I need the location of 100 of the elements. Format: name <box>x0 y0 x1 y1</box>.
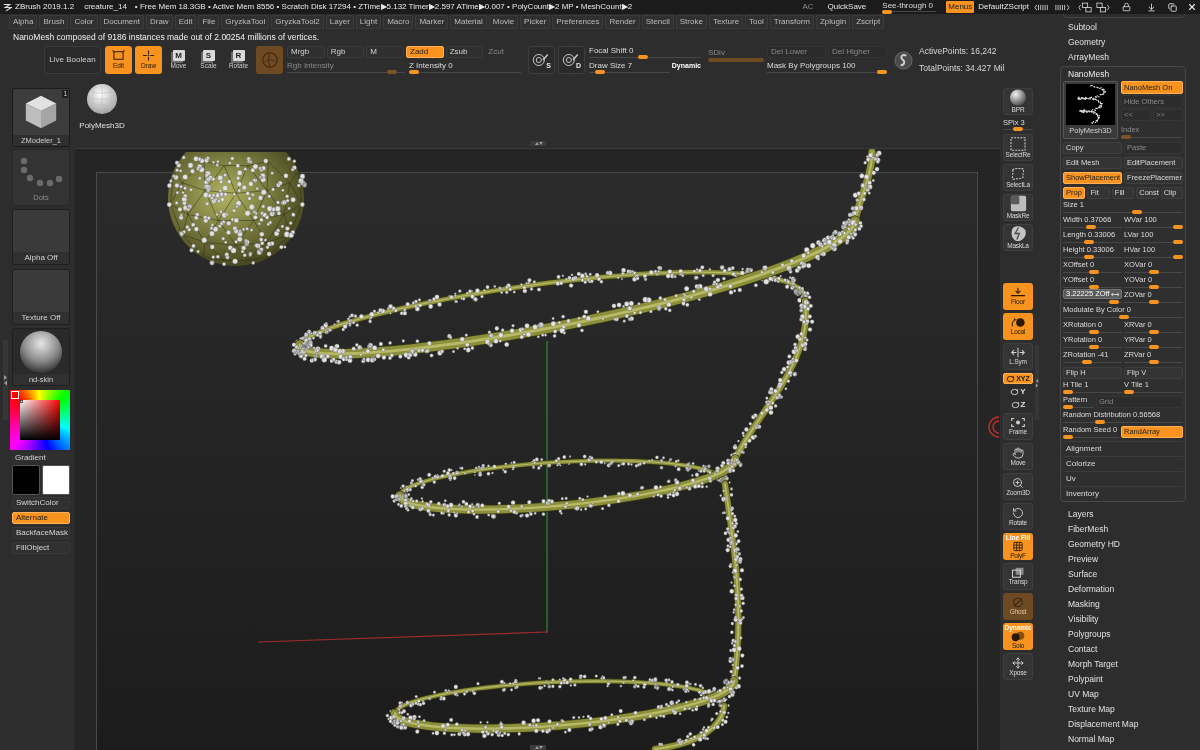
menu-item[interactable]: Light <box>355 15 382 29</box>
menu-item[interactable]: Texture <box>708 15 744 29</box>
palette-menu-item[interactable]: ArrayMesh <box>1055 50 1200 65</box>
swatch-icon[interactable] <box>12 465 40 495</box>
slider-track[interactable] <box>1003 127 1033 131</box>
menu-item[interactable]: Stencil <box>641 15 674 29</box>
slider-thumb[interactable] <box>1149 300 1160 304</box>
menu-item[interactable]: Render <box>605 15 640 29</box>
menu-item[interactable]: Draw <box>145 15 173 29</box>
menu-item[interactable]: Stroke <box>675 15 707 29</box>
minimize-icon[interactable] <box>1147 2 1156 12</box>
alpha-thumbnail[interactable]: Alpha Off <box>12 209 70 265</box>
menu-item[interactable]: GryzkaTool <box>221 15 270 29</box>
slider-thumb[interactable] <box>637 55 648 59</box>
palette-subsection[interactable]: Alignment <box>1063 441 1183 456</box>
menu-item[interactable]: Color <box>70 15 98 29</box>
close-icon[interactable] <box>1187 2 1197 12</box>
slider-thumb[interactable] <box>1013 127 1023 131</box>
swatch-icon[interactable] <box>42 465 70 495</box>
palette-menu-item[interactable]: FiberMesh <box>1055 522 1200 537</box>
palette-menu-item[interactable]: Layers <box>1055 507 1200 522</box>
palette-menu-item[interactable]: Polypaint <box>1055 672 1200 687</box>
paint-mode-button[interactable]: Mrgb <box>287 46 325 58</box>
menu-item[interactable]: Movie <box>488 15 519 29</box>
slider-thumb[interactable] <box>1149 270 1160 274</box>
texture-thumbnail[interactable]: Texture Off <box>12 269 70 325</box>
menu-item[interactable]: Picker <box>520 15 551 29</box>
slider-thumb[interactable] <box>1085 225 1096 229</box>
palette-menu-item[interactable]: Contact <box>1055 642 1200 657</box>
menu-item[interactable]: Document <box>99 15 144 29</box>
shelf-toggle[interactable]: Y <box>1003 387 1033 397</box>
slider-thumb[interactable] <box>1149 360 1160 364</box>
slider-thumb[interactable] <box>1124 390 1134 394</box>
panel-title[interactable]: NanoMesh <box>1063 67 1183 81</box>
lock-icon[interactable] <box>1122 2 1131 12</box>
palette-subsection[interactable]: Uv <box>1063 471 1183 486</box>
paint-mode-button[interactable]: M <box>366 46 404 58</box>
slider-thumb[interactable] <box>1063 435 1073 439</box>
tray-button[interactable]: FillObject <box>12 542 70 554</box>
parameter-slider[interactable]: Focal Shift 0 <box>589 46 701 59</box>
palette-menu-item[interactable]: Geometry <box>1055 35 1200 50</box>
slider-thumb[interactable] <box>1149 330 1160 334</box>
parameter-slider[interactable]: Z Intensity 0 <box>409 61 521 74</box>
palette-menu-item[interactable]: Masking <box>1055 597 1200 612</box>
tray-button[interactable]: SwitchColor <box>12 497 70 509</box>
slider-thumb[interactable] <box>1084 255 1095 259</box>
tray-button[interactable]: Alternate <box>12 512 70 524</box>
menu-item[interactable]: Tool <box>745 15 768 29</box>
menu-item[interactable]: File <box>198 15 220 29</box>
slider-thumb[interactable] <box>1149 285 1160 289</box>
slider-thumb[interactable] <box>1119 315 1130 319</box>
slider-thumb[interactable] <box>1149 345 1160 349</box>
slider-thumb[interactable] <box>1173 255 1183 259</box>
parameter-slider[interactable]: Draw Size 7 <box>589 61 670 74</box>
slider-thumb[interactable] <box>1082 360 1093 364</box>
palette-menu-item[interactable]: Preview <box>1055 552 1200 567</box>
slider-thumb[interactable] <box>1063 390 1073 394</box>
menu-item[interactable]: Preferences <box>552 15 604 29</box>
slider-thumb[interactable] <box>1173 240 1183 244</box>
palette-menu-item[interactable]: Geometry HD <box>1055 537 1200 552</box>
slider-thumb[interactable] <box>1063 405 1073 409</box>
menu-item[interactable]: Marker <box>415 15 449 29</box>
tray-button[interactable]: BackfaceMask <box>12 527 70 539</box>
paint-mode-button[interactable]: Zadd <box>406 46 444 58</box>
palette-menu-item[interactable]: Polygroups <box>1055 627 1200 642</box>
slider-thumb[interactable] <box>409 70 419 74</box>
menu-item[interactable]: Edit <box>174 15 197 29</box>
slider-thumb[interactable] <box>1084 240 1095 244</box>
slider-thumb[interactable] <box>877 70 887 74</box>
side-collapse-handle[interactable] <box>2 340 8 420</box>
menu-item[interactable]: Material <box>450 15 487 29</box>
shelf-toggle[interactable]: Z <box>1003 400 1033 410</box>
quicksave-button[interactable]: QuickSave <box>827 3 867 11</box>
slider-thumb[interactable] <box>594 70 605 74</box>
slider-thumb[interactable] <box>1173 225 1183 229</box>
slider-thumb[interactable] <box>1089 330 1100 334</box>
slider-thumb[interactable] <box>1094 420 1105 424</box>
menu-item[interactable]: Zscript <box>852 15 885 29</box>
palette-menu-item[interactable]: Displacement Map <box>1055 717 1200 732</box>
slider-thumb[interactable] <box>1108 300 1119 304</box>
menu-item[interactable]: GryzkaTool2 <box>271 15 324 29</box>
menu-item[interactable]: Alpha <box>9 15 38 29</box>
color-picker[interactable] <box>10 390 70 450</box>
menus-button[interactable]: Menus <box>946 1 975 13</box>
slider-thumb[interactable] <box>1089 285 1100 289</box>
menu-item[interactable]: Macro <box>383 15 414 29</box>
slider-track[interactable] <box>1063 300 1122 304</box>
palette-menu-item[interactable]: Surface <box>1055 567 1200 582</box>
palette-menu-item[interactable]: Texture Map <box>1055 702 1200 717</box>
see-through-slider[interactable]: See-through 0 <box>882 0 937 14</box>
slider-thumb[interactable] <box>1089 345 1100 349</box>
palette-menu-item[interactable]: Normal Map <box>1055 732 1200 747</box>
menu-item[interactable]: Zplugin <box>815 15 851 29</box>
palette-menu-item[interactable]: Visibility <box>1055 612 1200 627</box>
menu-item[interactable]: Brush <box>39 15 69 29</box>
slider-thumb[interactable] <box>1132 210 1143 214</box>
slider-thumb[interactable] <box>882 9 893 14</box>
palette-subsection[interactable]: Colorize <box>1063 456 1183 471</box>
paint-mode-button[interactable]: Zsub <box>445 46 484 58</box>
restore-icon[interactable] <box>1168 2 1177 12</box>
